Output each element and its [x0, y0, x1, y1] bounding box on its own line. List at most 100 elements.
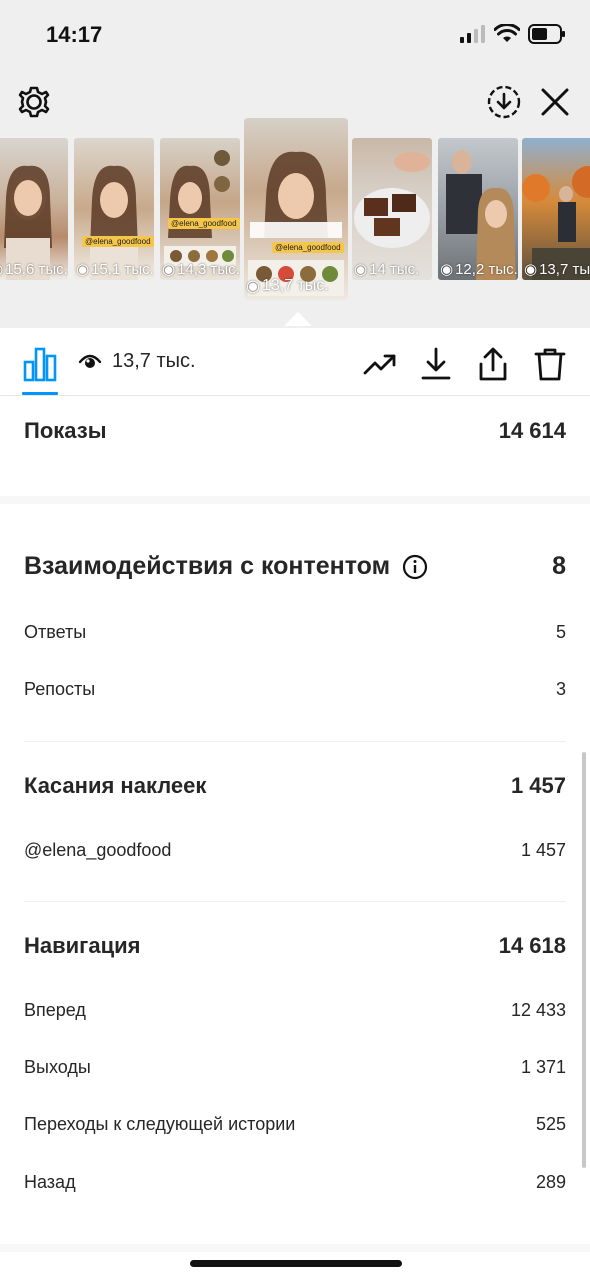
story-food-image: [354, 152, 430, 248]
eye-icon: ◉: [162, 261, 176, 278]
close-icon[interactable]: [538, 85, 572, 119]
story-views: ◉13,7 тыс.: [524, 260, 590, 279]
story-views: ◉13,7 тыс.: [246, 276, 329, 296]
stories-header: 14:17 15,6 тыс. @elena_goodfood ◉ 15,1 т…: [0, 0, 590, 328]
navigation-label: Навигация: [24, 933, 141, 958]
views-summary: 13,7 тыс.: [78, 350, 196, 373]
story-views: ◉15,6 тыс.: [0, 260, 68, 279]
next-story-label: Переходы к следующей истории: [24, 1114, 296, 1134]
wifi-icon: [494, 24, 520, 42]
download-circle-icon[interactable]: [486, 84, 522, 120]
navigation-value: 14 618: [498, 933, 566, 958]
status-time: 14:17: [46, 22, 103, 47]
impressions-row: Показы 14 614: [24, 418, 566, 444]
eye-icon: ◉: [76, 261, 90, 278]
navigation-header: Навигация 14 618: [24, 933, 566, 959]
story-views-label: 15,6 тыс.: [5, 260, 68, 278]
views-count: 13,7 тыс.: [112, 350, 196, 372]
divider: [24, 901, 566, 902]
divider: [24, 741, 566, 742]
eye-icon: [78, 354, 102, 368]
story-views: ◉ 12,2 тыс.: [440, 260, 518, 279]
story-thumbnail-selected[interactable]: @elena_goodfood ◉ 13,7 тыс.: [244, 118, 348, 300]
story-sticker-tag: @elena_goodfood: [168, 218, 240, 229]
eye-icon: ◉: [246, 278, 260, 295]
interactions-value: 8: [552, 552, 566, 580]
interactions-replies-row: Ответы 5: [24, 622, 566, 643]
story-thumbnail[interactable]: ◉15,6 тыс.: [0, 138, 68, 280]
navigation-forward-row: Вперед 12 433: [24, 1000, 566, 1021]
story-views: ◉ 15,1 тыс.: [76, 260, 154, 279]
share-icon[interactable]: [475, 346, 511, 382]
battery-icon: [528, 24, 565, 44]
story-person-image: [4, 165, 52, 280]
story-views: ◉ 14 тыс.: [354, 260, 420, 279]
eye-icon: ◉: [354, 261, 368, 278]
story-sticker-tag: @elena_goodfood: [82, 236, 154, 247]
status-bar: 14:17: [0, 0, 590, 70]
story-person-image: [248, 151, 344, 296]
forward-label: Вперед: [24, 1000, 86, 1020]
story-views-label: 13,7 тыс.: [539, 260, 590, 278]
sticker-taps-label: Касания наклеек: [24, 773, 207, 798]
sticker-tap-value: 1 457: [520, 840, 566, 860]
section-separator: [0, 496, 590, 504]
forward-value: 12 433: [510, 1000, 566, 1020]
eye-icon: ◉: [0, 260, 3, 278]
story-thumbnail[interactable]: ◉13,7 тыс.: [522, 138, 590, 280]
sticker-tap-label: @elena_goodfood: [24, 840, 172, 860]
download-icon[interactable]: [418, 346, 454, 382]
story-thumbnail[interactable]: @elena_goodfood ◉ 14,3 тыс.: [160, 138, 240, 280]
impressions-value: 14 614: [498, 418, 566, 443]
bar-chart-icon[interactable]: [22, 346, 58, 382]
navigation-exits-row: Выходы 1 371: [24, 1057, 566, 1078]
story-person-image: [90, 165, 138, 280]
sticker-taps-header: Касания наклеек 1 457: [24, 773, 566, 799]
sticker-taps-value: 1 457: [510, 773, 566, 798]
interactions-label: Взаимодействия с контентом: [24, 552, 391, 580]
story-sticker-tag: @elena_goodfood: [272, 242, 344, 253]
sticker-tap-row[interactable]: @elena_goodfood 1 457: [24, 840, 566, 861]
eye-icon: ◉: [524, 261, 538, 278]
status-icons: [460, 24, 566, 44]
story-thumbnail[interactable]: ◉ 12,2 тыс.: [438, 138, 518, 280]
replies-value: 5: [555, 622, 566, 642]
interactions-header: Взаимодействия с контентом 8: [24, 552, 566, 581]
section-separator: [0, 1244, 590, 1252]
trending-icon[interactable]: [362, 346, 398, 382]
story-views-label: 14 тыс.: [369, 260, 420, 278]
back-label: Назад: [24, 1172, 76, 1192]
navigation-next-story-row: Переходы к следующей истории 525: [24, 1114, 566, 1135]
navigation-back-row: Назад 289: [24, 1172, 566, 1193]
story-views-label: 15,1 тыс.: [91, 260, 154, 278]
story-views: ◉ 14,3 тыс.: [162, 260, 240, 279]
exits-label: Выходы: [24, 1057, 91, 1077]
trash-icon[interactable]: [532, 346, 568, 382]
selected-story-caret: [284, 312, 312, 326]
replies-label: Ответы: [24, 622, 87, 642]
exits-value: 1 371: [520, 1057, 566, 1077]
stories-strip: ◉15,6 тыс. @elena_goodfood ◉15,1 тыс. @e…: [0, 118, 590, 318]
story-walk-image: [522, 166, 590, 280]
active-tab-indicator: [22, 392, 58, 395]
story-views-label: 14,3 тыс.: [177, 260, 240, 278]
story-views-label: 12,2 тыс.: [455, 260, 518, 278]
impressions-label: Показы: [24, 418, 107, 443]
next-story-value: 525: [535, 1114, 566, 1134]
story-person-image: [164, 150, 236, 266]
home-indicator[interactable]: [190, 1260, 402, 1267]
back-value: 289: [535, 1172, 566, 1192]
story-couple-image: [446, 150, 516, 280]
eye-icon: ◉: [440, 261, 454, 278]
story-views-label: 13,7 тыс.: [261, 277, 329, 294]
insights-action-bar: 13,7 тыс.: [0, 328, 590, 396]
gear-icon[interactable]: [16, 84, 52, 120]
reposts-value: 3: [555, 679, 566, 699]
story-thumbnail[interactable]: @elena_goodfood ◉ 15,1 тыс.: [74, 138, 154, 280]
scrollbar[interactable]: [582, 752, 586, 1168]
signal-icon: [460, 25, 485, 43]
story-thumbnail[interactable]: ◉ 14 тыс.: [352, 138, 432, 280]
interactions-reposts-row: Репосты 3: [24, 679, 566, 700]
info-icon[interactable]: [402, 554, 428, 580]
reposts-label: Репосты: [24, 679, 96, 699]
